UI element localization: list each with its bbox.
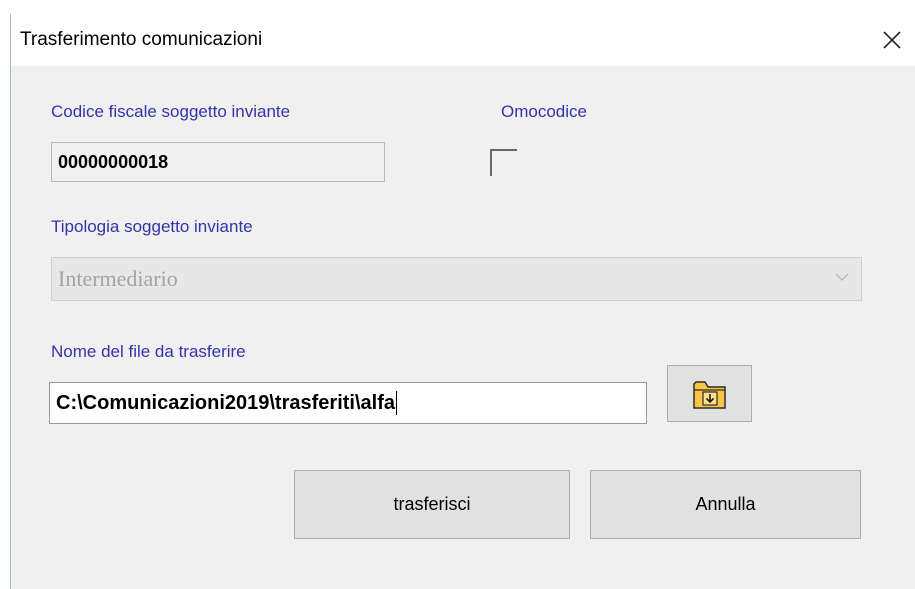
folder-import-icon xyxy=(692,380,726,409)
tipologia-value: Intermediario xyxy=(58,266,178,291)
file-name-input[interactable]: C:\Comunicazioni2019\trasferiti\alfa xyxy=(49,382,647,424)
tipologia-select[interactable]: Intermediario xyxy=(51,257,862,301)
codice-fiscale-field[interactable]: 00000000018 xyxy=(51,142,385,182)
cancel-button[interactable]: Annulla xyxy=(590,470,861,539)
chevron-down-icon xyxy=(835,273,849,281)
window-title: Trasferimento comunicazioni xyxy=(20,29,263,50)
omocodice-label: Omocodice xyxy=(501,102,587,121)
close-icon xyxy=(883,31,901,49)
dialog-window: Trasferimento comunicazioni Codice fisca… xyxy=(10,14,915,589)
omocodice-checkbox[interactable] xyxy=(490,149,517,176)
title-bar: Trasferimento comunicazioni xyxy=(11,14,915,66)
transfer-button[interactable]: trasferisci xyxy=(294,470,570,539)
codice-fiscale-label: Codice fiscale soggetto inviante xyxy=(51,102,291,121)
tipologia-label: Tipologia soggetto inviante xyxy=(51,217,253,236)
close-button[interactable] xyxy=(869,20,915,60)
browse-file-button[interactable] xyxy=(667,365,752,422)
file-name-label: Nome del file da trasferire xyxy=(51,342,246,361)
text-caret xyxy=(395,391,397,415)
file-name-value: C:\Comunicazioni2019\trasferiti\alfa xyxy=(56,391,395,414)
